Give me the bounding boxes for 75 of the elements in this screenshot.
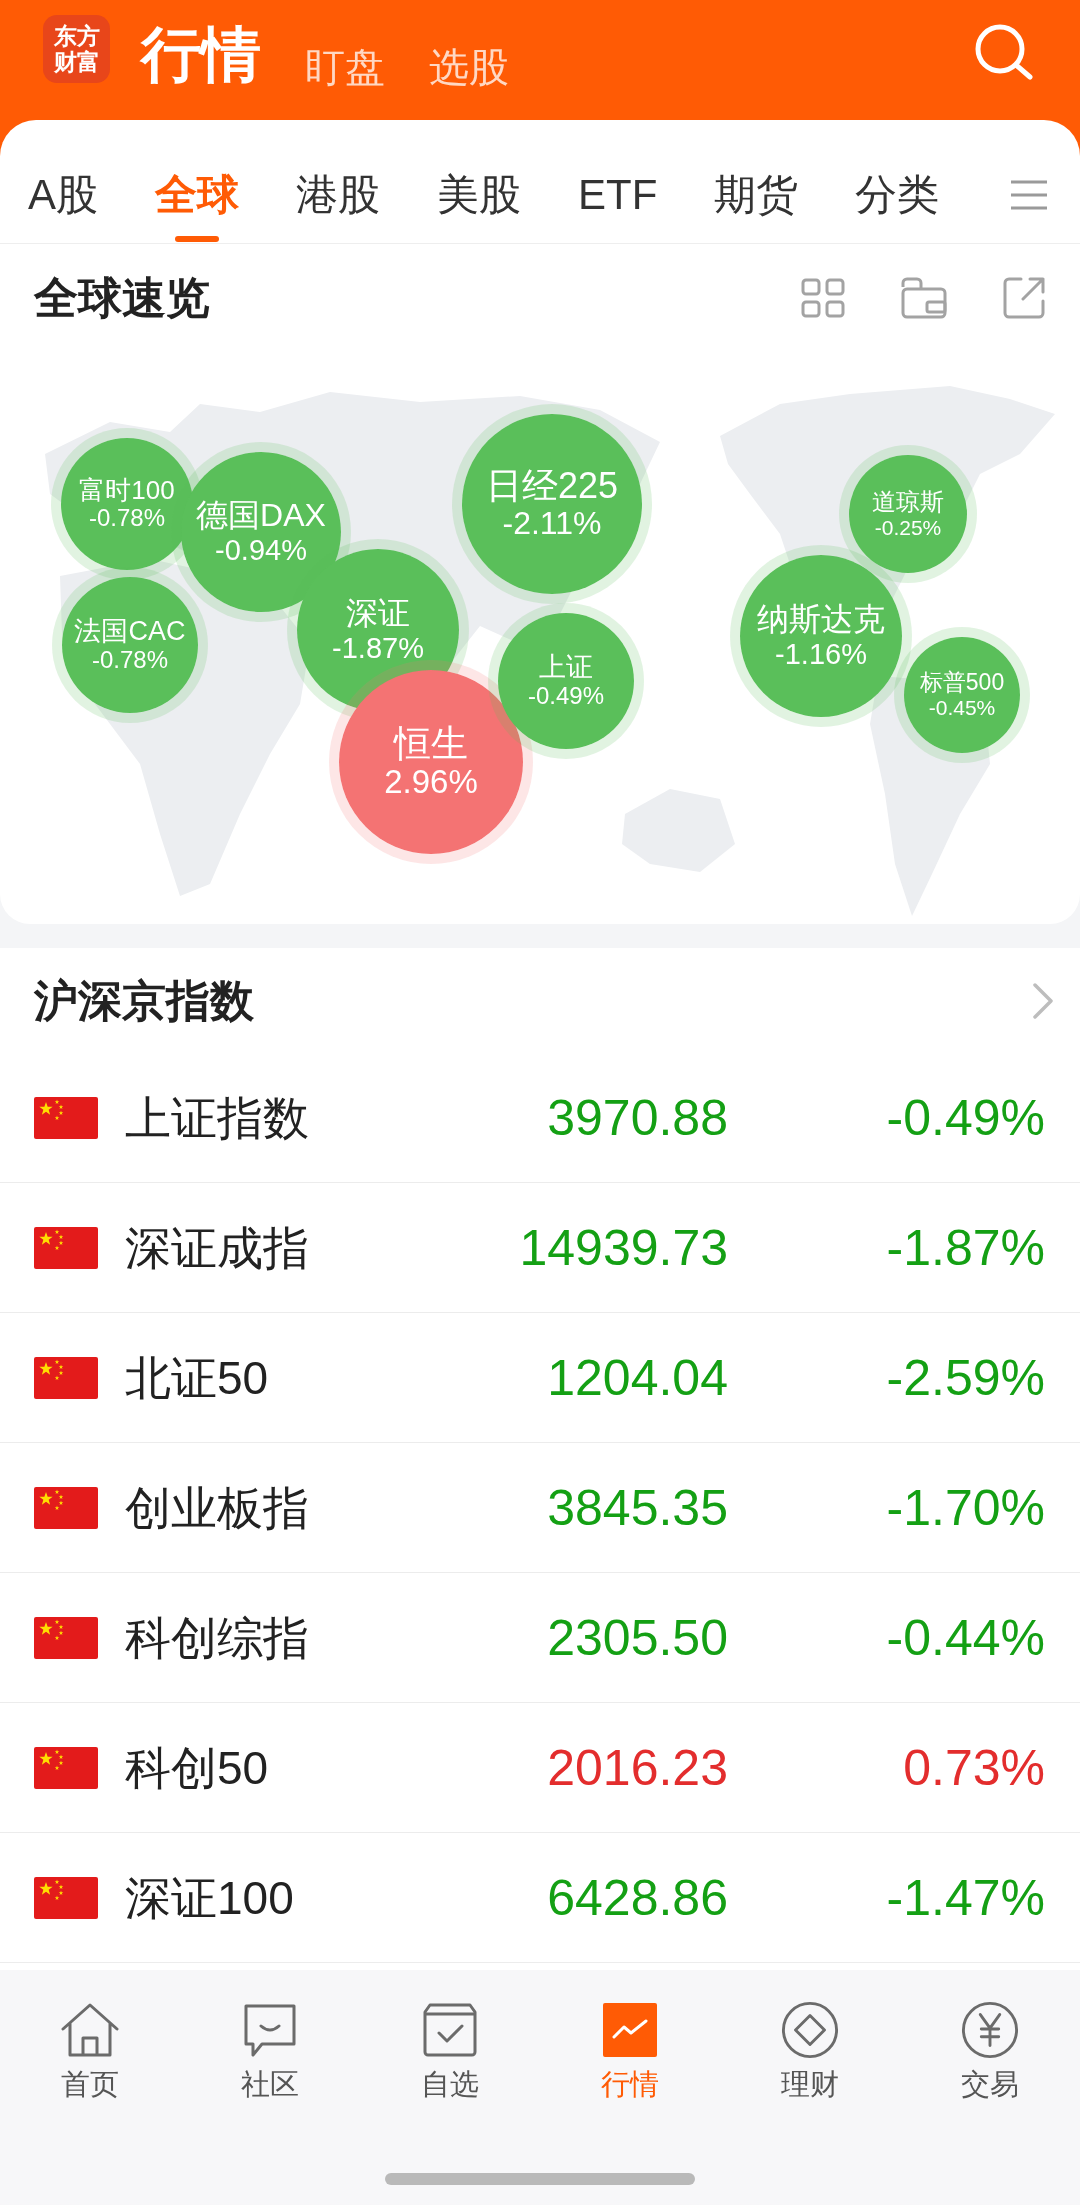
china-flag-icon <box>34 1096 98 1139</box>
index-name: 科创综指 <box>125 1614 310 1661</box>
index-row[interactable]: 创业板指 3845.35 -1.70% <box>0 1443 1080 1573</box>
index-value: 3970.88 <box>546 1092 728 1143</box>
index-name: 深证成指 <box>125 1224 310 1271</box>
yen-circle-icon <box>961 2001 1019 2059</box>
change-percent: -0.44% <box>885 1612 1045 1663</box>
search-icon[interactable] <box>975 24 1033 80</box>
bubble-index-name: 恒生 <box>394 722 468 765</box>
china-flag-icon <box>34 1356 98 1399</box>
nav-item[interactable]: 理财 <box>720 2001 900 2099</box>
index-row[interactable]: 上证指数 3970.88 -0.49% <box>0 1053 1080 1183</box>
wallet-icon[interactable] <box>901 277 947 319</box>
china-flag-icon <box>34 1226 98 1269</box>
chevron-right-icon[interactable] <box>1032 981 1054 1020</box>
change-percent: 0.73% <box>902 1742 1045 1793</box>
index-value: 2305.50 <box>546 1612 728 1663</box>
change-percent: -1.70% <box>885 1482 1045 1533</box>
index-row[interactable]: 科创50 2016.23 0.73% <box>0 1703 1080 1833</box>
line-chart-icon <box>603 2003 657 2057</box>
market-tab[interactable]: 分类 <box>855 147 940 243</box>
index-row[interactable]: 科创综指 2305.50 -0.44% <box>0 1573 1080 1703</box>
index-name: 创业板指 <box>125 1484 310 1531</box>
check-box-icon <box>422 2002 478 2058</box>
share-icon[interactable] <box>1003 277 1045 319</box>
bubble-change-value: -0.78% <box>91 646 168 674</box>
app-logo: 东方财富 <box>43 15 110 83</box>
bubble-change-value: -0.78% <box>88 505 165 532</box>
bubble-change-value: 2.96% <box>384 764 478 802</box>
china-flag-icon <box>34 1876 98 1919</box>
index-row[interactable]: 深证100 6428.86 -1.47% <box>0 1833 1080 1963</box>
change-percent: -1.47% <box>885 1872 1045 1923</box>
index-row[interactable]: 深证成指 14939.73 -1.87% <box>0 1183 1080 1313</box>
index-name: 北证50 <box>125 1354 270 1401</box>
chat-bubble-icon <box>242 2002 298 2058</box>
nav-item[interactable]: 首页 <box>0 2001 180 2099</box>
bubble-index-name: 日经225 <box>485 465 619 507</box>
bubble-change-value: -2.11% <box>502 506 602 543</box>
index-name: 上证指数 <box>125 1094 310 1141</box>
bubble-change-value: -1.16% <box>775 637 867 671</box>
index-value: 3845.35 <box>546 1482 728 1533</box>
change-percent: -2.59% <box>885 1352 1045 1403</box>
china-flag-icon <box>34 1616 98 1659</box>
index-name: 深证100 <box>125 1874 295 1921</box>
bubble-index-name: 道琼斯 <box>872 488 944 516</box>
market-tab[interactable]: 期货 <box>714 147 799 243</box>
index-value: 1204.04 <box>546 1352 728 1403</box>
china-flag-icon <box>34 1746 98 1789</box>
bubble-change-value: -0.45% <box>928 696 996 720</box>
home-icon <box>60 2002 120 2058</box>
change-percent: -0.49% <box>885 1092 1045 1143</box>
nav-item[interactable]: 交易 <box>900 2001 1080 2099</box>
index-value: 6428.86 <box>546 1872 728 1923</box>
menu-icon <box>1011 179 1047 211</box>
section-title: 沪深京指数 <box>34 978 254 1023</box>
market-tab[interactable]: A股 <box>28 147 98 243</box>
diamond-circle-icon <box>781 2001 839 2059</box>
index-value: 14939.73 <box>518 1222 728 1273</box>
change-percent: -1.87% <box>885 1222 1045 1273</box>
nav-item[interactable]: 自选 <box>360 2001 540 2099</box>
index-name: 科创50 <box>125 1744 270 1791</box>
market-tab[interactable]: ETF <box>578 147 658 243</box>
index-row[interactable]: 北证50 1204.04 -2.59% <box>0 1313 1080 1443</box>
bubble-index-name: 纳斯达克 <box>757 601 885 638</box>
grid-icon[interactable] <box>801 278 845 318</box>
china-flag-icon <box>34 1486 98 1529</box>
market-tab[interactable]: 港股 <box>296 147 380 243</box>
index-value: 2016.23 <box>546 1742 728 1793</box>
section-title: 全球速览 <box>34 276 210 320</box>
bubble-change-value: -0.25% <box>874 515 942 540</box>
selected-tab-indicator <box>175 236 219 242</box>
bubble-index-name: 上证 <box>539 652 593 683</box>
bubble-index-name: 标普500 <box>919 670 1005 697</box>
market-tab[interactable]: 美股 <box>437 147 521 243</box>
nav-item[interactable]: 社区 <box>180 2001 360 2099</box>
